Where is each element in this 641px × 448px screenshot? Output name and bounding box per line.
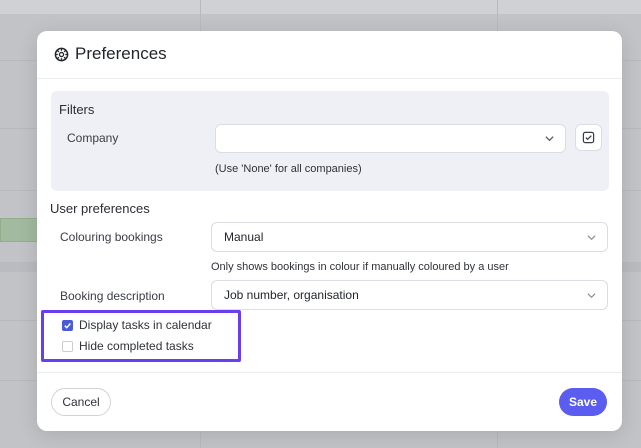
hide-completed-checkbox[interactable]	[62, 340, 73, 352]
hide-completed-checkbox-row[interactable]: Hide completed tasks	[62, 339, 194, 353]
chevron-down-icon	[587, 235, 596, 241]
preferences-modal: Preferences Filters Company (Use 'None' …	[37, 31, 622, 431]
modal-title-text: Preferences	[75, 44, 167, 63]
booking-description-label: Booking description	[60, 289, 165, 303]
colouring-bookings-select[interactable]: Manual	[211, 222, 608, 252]
footer-divider	[37, 372, 622, 373]
filters-panel: Filters Company (Use 'None' for all comp…	[51, 91, 609, 191]
checkmark-icon	[64, 322, 71, 329]
cancel-button[interactable]: Cancel	[51, 388, 111, 416]
gear-icon	[54, 47, 69, 61]
select-all-icon	[582, 131, 595, 144]
booking-description-select[interactable]: Job number, organisation	[211, 280, 608, 310]
colouring-bookings-label: Colouring bookings	[60, 230, 163, 244]
company-select[interactable]	[215, 124, 566, 153]
chevron-down-icon	[545, 136, 554, 142]
company-select-all-button[interactable]	[575, 124, 602, 151]
company-label: Company	[67, 131, 119, 145]
display-tasks-label: Display tasks in calendar	[79, 318, 212, 332]
display-tasks-checkbox-row[interactable]: Display tasks in calendar	[62, 318, 212, 332]
hide-completed-label: Hide completed tasks	[79, 339, 194, 353]
display-tasks-checkbox[interactable]	[62, 319, 73, 331]
chevron-down-icon	[587, 293, 596, 299]
user-preferences-heading: User preferences	[50, 201, 150, 216]
save-button[interactable]: Save	[559, 388, 607, 416]
colouring-bookings-value: Manual	[224, 230, 264, 244]
booking-description-value: Job number, organisation	[224, 288, 359, 302]
colouring-note: Only shows bookings in colour if manuall…	[211, 261, 509, 273]
modal-title: Preferences	[54, 43, 167, 65]
filters-heading: Filters	[59, 102, 95, 117]
company-hint: (Use 'None' for all companies)	[215, 163, 362, 175]
title-divider	[37, 78, 622, 79]
